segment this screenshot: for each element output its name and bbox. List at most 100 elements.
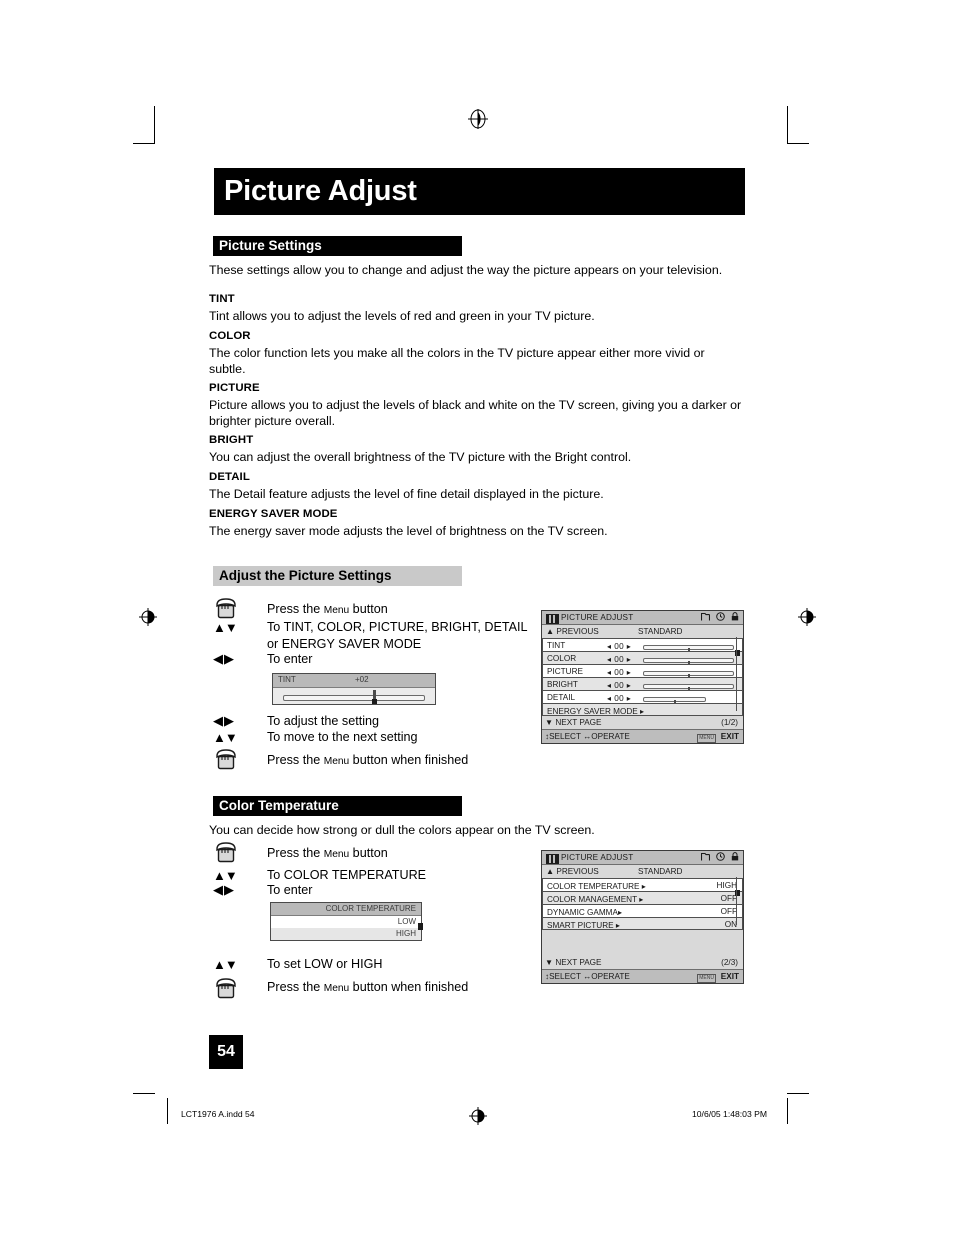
osd-screen-picture-adjust-page2[interactable]: PICTURE ADJUST ▲ PREVIOUS STANDARD COLOR… — [541, 850, 744, 984]
term-bright: BRIGHT — [209, 434, 254, 446]
footer-rule-left — [167, 1098, 168, 1124]
page-number-badge: 54 — [209, 1035, 243, 1069]
osd2-item-dynamic-gamma-label: DYNAMIC GAMMA▸ — [547, 908, 623, 917]
osd1-item-energy-saver-mode[interactable]: ENERGY SAVER MODE ▸ — [542, 703, 743, 716]
step-to-enter-1: To enter — [267, 652, 313, 666]
osd2-next-page-label: ▼ NEXT PAGE — [545, 958, 602, 967]
osd2-item-color-management-label: COLOR MANAGEMENT ▸ — [547, 895, 644, 904]
osd-screen-picture-adjust-page1[interactable]: PICTURE ADJUST ▲ PREVIOUS STANDARD TINT … — [541, 610, 744, 744]
registration-mark-right — [797, 607, 817, 627]
step-select-items: To TINT, COLOR, PICTURE, BRIGHT, DETAIL … — [267, 619, 528, 652]
osd1-next-page-row[interactable]: ▼ NEXT PAGE (1/2) — [542, 716, 743, 729]
registration-mark-top — [468, 109, 488, 129]
footer-timestamp: 10/6/05 1:48:03 PM — [692, 1109, 768, 1119]
crop-mark-top-right — [787, 106, 788, 143]
folder-icon — [701, 612, 710, 621]
smallcaps-menu-1: Menu — [323, 605, 350, 616]
ct-popup-header-label: COLOR TEMPERATURE — [325, 904, 416, 913]
osd1-footer-menu-key: MENU — [697, 733, 716, 743]
tint-slider-popup: TINT +02 — [272, 673, 436, 705]
osd2-footer-select: ↕SELECT ↔OPERATE — [545, 972, 630, 981]
osd1-item-tint-label: TINT — [547, 641, 566, 650]
osd1-previous-row[interactable]: ▲ PREVIOUS STANDARD — [542, 625, 743, 638]
tint-slider-track[interactable] — [283, 695, 425, 701]
crop-mark-bottom-right-h — [787, 1093, 809, 1094]
osd1-footer-exit: EXIT — [720, 732, 739, 741]
osd2-footer-menu-key: MENU — [697, 973, 716, 983]
step-text-line2: or ENERGY SAVER MODE — [267, 636, 422, 651]
osd2-item-dynamic-gamma[interactable]: DYNAMIC GAMMA▸ OFF — [542, 904, 743, 917]
section-accent-rule-3 — [209, 796, 213, 816]
osd2-item-color-temperature[interactable]: COLOR TEMPERATURE ▸ HIGH — [542, 878, 743, 891]
osd1-item-picture[interactable]: PICTURE ◂ 00 ▸ — [542, 664, 743, 683]
osd2-next-page-row[interactable]: ▼ NEXT PAGE (2/3) — [542, 956, 743, 969]
left-right-arrow-icon-2: ◀▶ — [213, 713, 235, 728]
clock-icon-2 — [716, 852, 725, 861]
tint-popup-label: TINT — [278, 675, 296, 684]
osd2-title: PICTURE ADJUST — [561, 853, 634, 862]
crop-mark-top-left-h — [133, 143, 155, 144]
step-next-setting: To move to the next setting — [267, 730, 418, 744]
color-temperature-popup[interactable]: COLOR TEMPERATURE LOW HIGH — [270, 902, 422, 941]
osd1-preset-label: STANDARD — [638, 627, 683, 636]
desc-bright: You can adjust the overall brightness of… — [209, 450, 632, 464]
page-title-bar: Picture Adjust — [209, 168, 745, 215]
step-text-post-1: button — [349, 602, 388, 616]
crop-mark-top-right-h — [787, 143, 809, 144]
osd1-item-color-slider[interactable] — [643, 657, 734, 670]
osd1-item-detail[interactable]: DETAIL ◂ 00 ▸ — [542, 690, 743, 709]
hand-press-icon-4 — [214, 977, 239, 1004]
osd1-scrollbar[interactable] — [736, 637, 741, 711]
left-right-arrow-icon-3: ◀▶ — [213, 882, 235, 897]
osd1-item-picture-slider[interactable] — [643, 670, 734, 683]
section-accent-rule-2 — [209, 566, 213, 586]
crop-mark-top-left — [154, 106, 155, 143]
osd1-previous-label: ▲ PREVIOUS — [546, 627, 599, 636]
ct-step-set-low-high: To set LOW or HIGH — [267, 957, 383, 971]
osd1-status-icons — [701, 612, 739, 621]
term-energy-saver-mode: ENERGY SAVER MODE — [209, 508, 338, 520]
hand-press-icon-2 — [214, 748, 239, 775]
ct-step-press-menu-2: Press the Menu button when finished — [267, 979, 468, 998]
osd1-item-tint[interactable]: TINT ◂ 00 ▸ — [542, 638, 743, 657]
desc-color: The color function lets you make all the… — [209, 346, 705, 377]
footer-filename: LCT1976 A.indd 54 — [181, 1109, 255, 1119]
osd2-item-color-temperature-value: HIGH — [716, 881, 737, 890]
osd1-item-bright[interactable]: BRIGHT ◂ 00 ▸ — [542, 677, 743, 696]
ct-popup-option-low[interactable]: LOW — [271, 916, 421, 928]
footer-rule-right — [787, 1098, 788, 1124]
tint-popup-body — [273, 688, 435, 704]
section-header-adjust-picture-settings: Adjust the Picture Settings — [209, 566, 462, 586]
ct-step-text-post-1: button — [349, 846, 388, 860]
osd2-spacer-2 — [542, 943, 743, 956]
step-adjust-setting: To adjust the setting — [267, 714, 380, 728]
osd1-item-detail-slider[interactable] — [643, 696, 706, 709]
ct-popup-cursor — [418, 923, 423, 930]
osd2-previous-row[interactable]: ▲ PREVIOUS STANDARD — [542, 865, 743, 878]
registration-mark-left — [138, 607, 158, 627]
osd2-scrollbar[interactable] — [736, 877, 741, 925]
term-picture: PICTURE — [209, 382, 260, 394]
osd2-item-color-management[interactable]: COLOR MANAGEMENT ▸ OFF — [542, 891, 743, 904]
osd2-preset-label: STANDARD — [638, 867, 683, 876]
clock-icon — [716, 612, 725, 621]
section-header-label-3: Color Temperature — [219, 798, 339, 814]
osd1-titlebar: PICTURE ADJUST — [542, 611, 743, 625]
crop-mark-bottom-left-h — [133, 1093, 155, 1094]
ct-step-press-menu-1: Press the Menu button — [267, 845, 388, 864]
osd1-item-bright-slider[interactable] — [643, 683, 734, 696]
ct-smallcaps-menu-2: Menu — [323, 983, 350, 994]
step-press-menu-2: Press the Menu button when finished — [267, 752, 468, 771]
osd1-item-tint-slider[interactable] — [643, 644, 734, 657]
ct-popup-high-label: HIGH — [396, 929, 416, 938]
ct-popup-option-high[interactable]: HIGH — [271, 928, 421, 940]
tint-slider-cursor — [372, 699, 377, 704]
osd1-item-color[interactable]: COLOR ◂ 00 ▸ — [542, 651, 743, 670]
osd2-titlebar: PICTURE ADJUST — [542, 851, 743, 865]
osd1-item-detail-label: DETAIL — [547, 693, 576, 702]
osd2-footer-exit: EXIT — [720, 972, 739, 981]
osd2-bottom-bar: ↕SELECT ↔OPERATE MENU EXIT — [542, 969, 743, 983]
up-down-arrow-icon-1: ▲▼ — [213, 620, 238, 635]
osd2-item-smart-picture[interactable]: SMART PICTURE ▸ ON — [542, 917, 743, 930]
section-header-label: Picture Settings — [219, 238, 322, 254]
